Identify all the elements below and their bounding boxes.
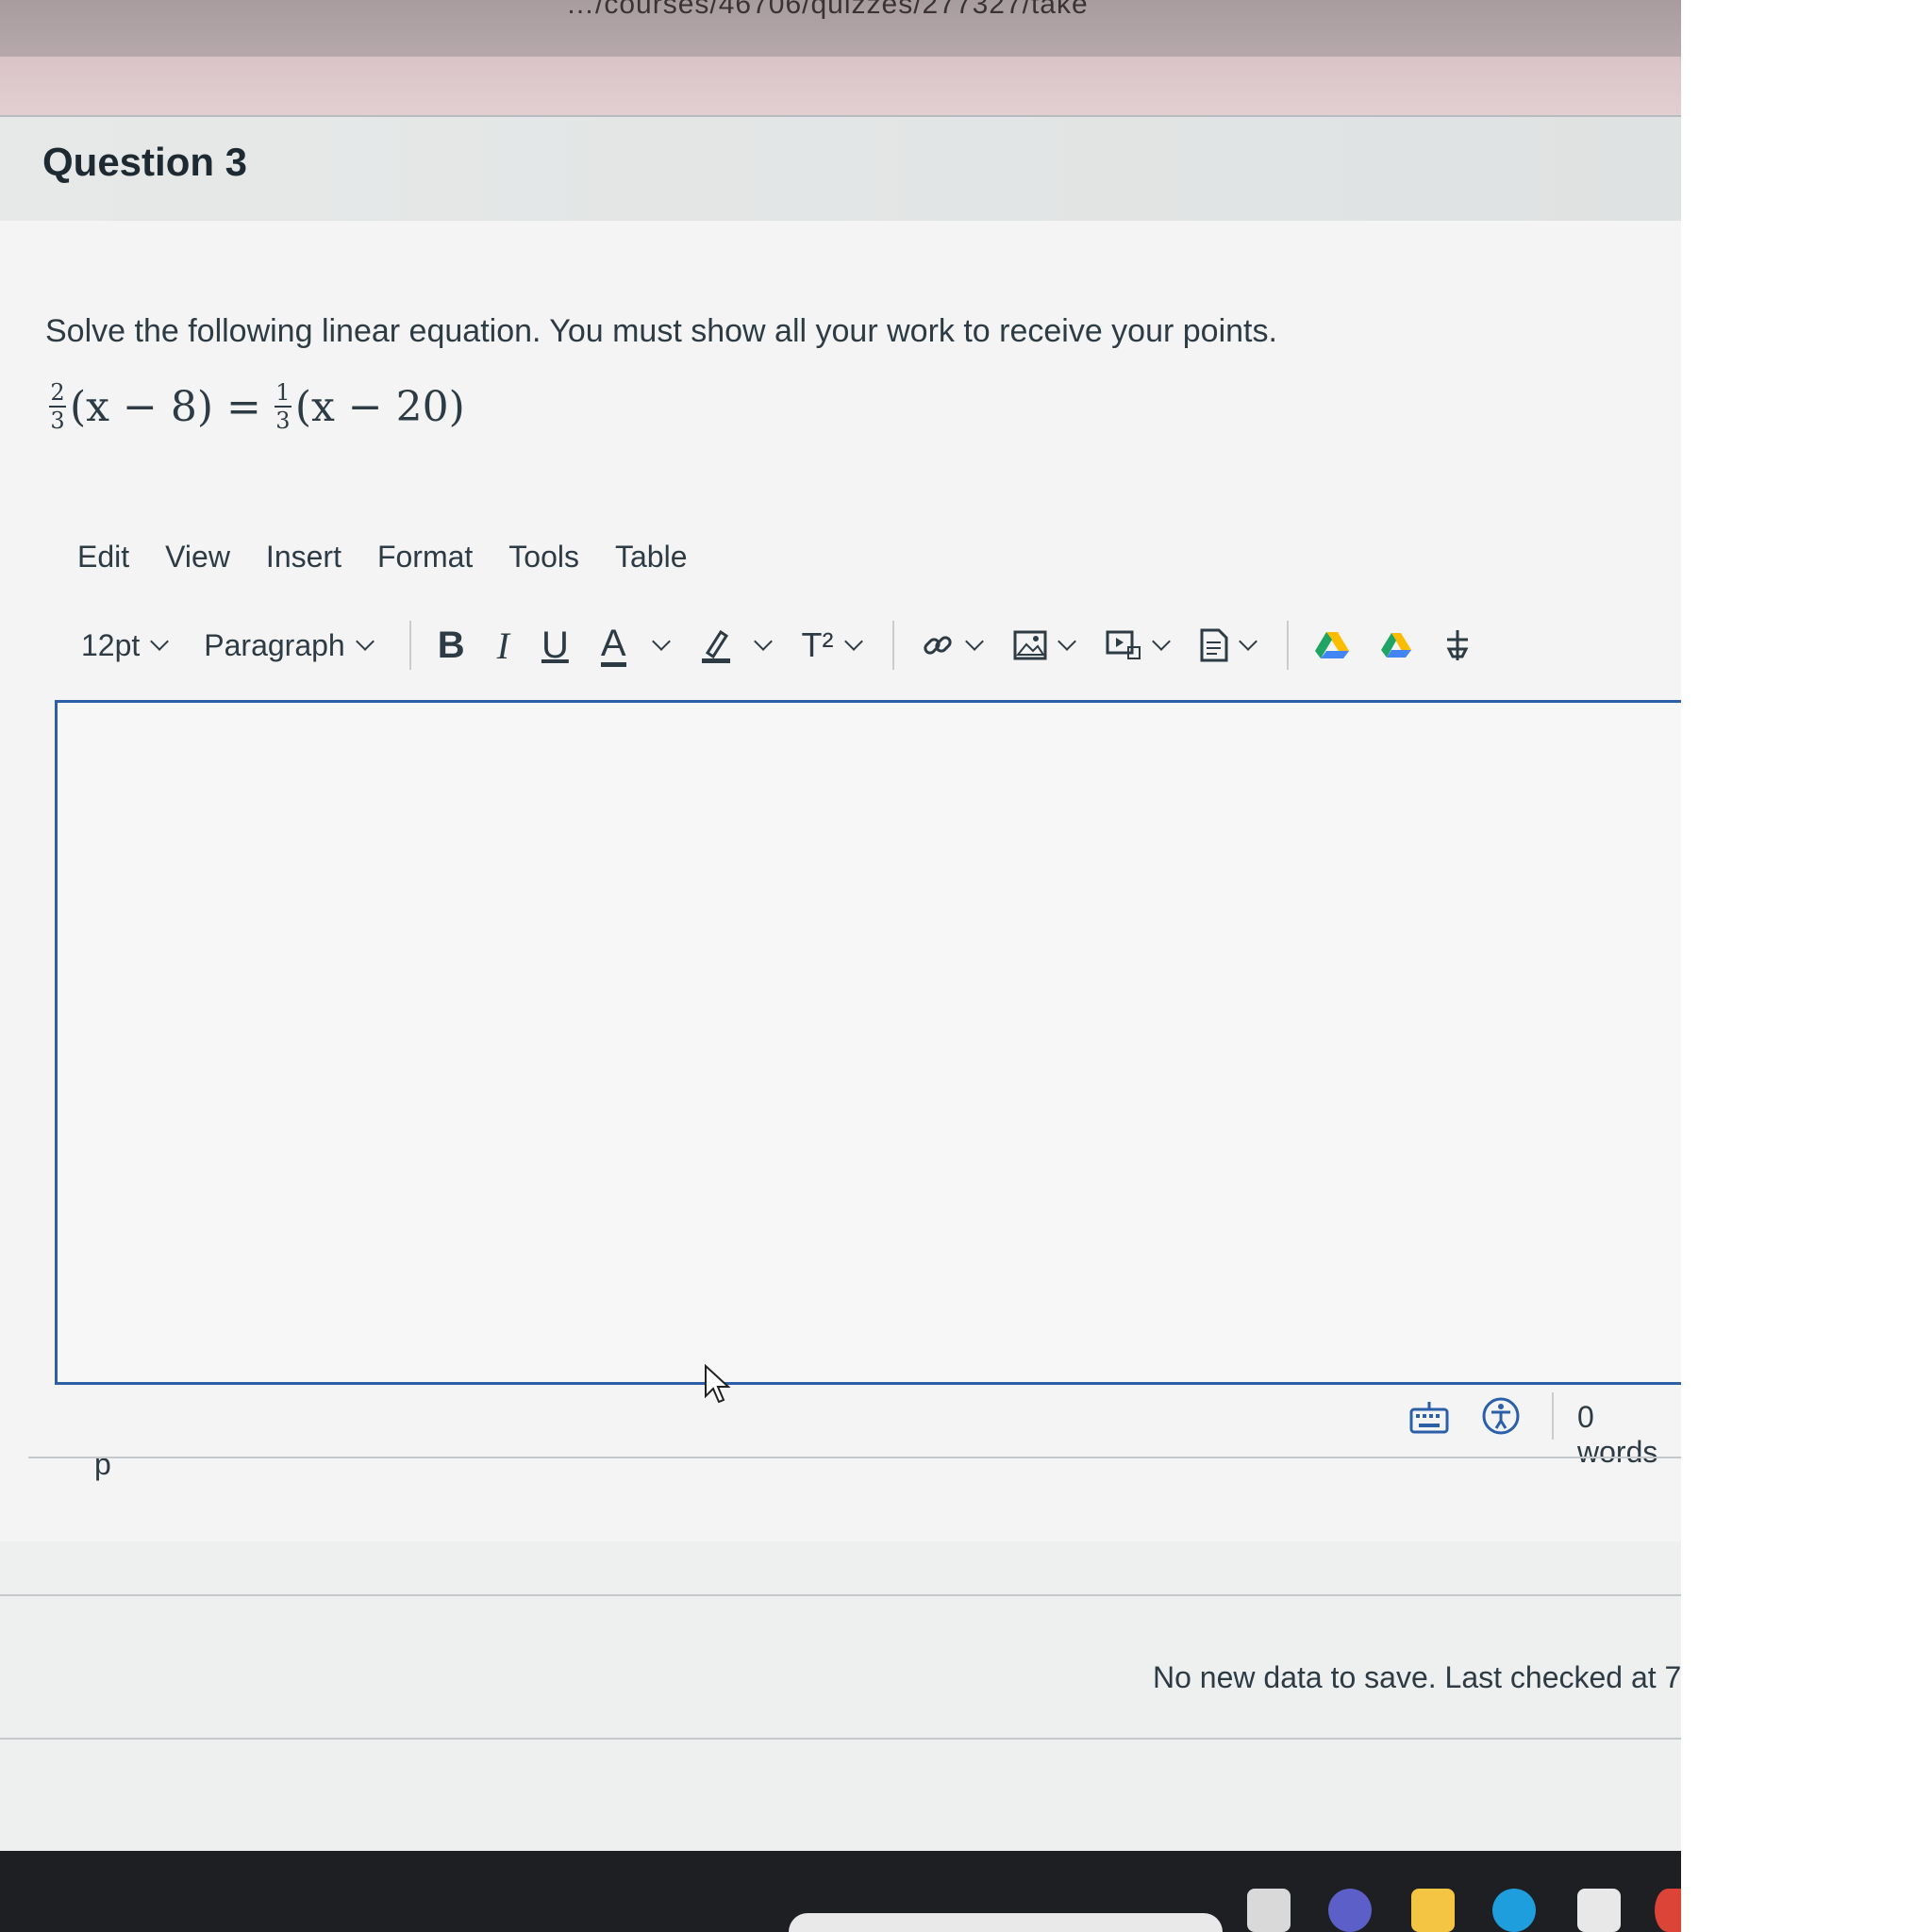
file-explorer-icon[interactable] <box>1411 1889 1455 1932</box>
block-format-value: Paragraph <box>204 627 345 662</box>
google-drive-button-2[interactable] <box>1380 631 1411 659</box>
highlight-color-button[interactable] <box>700 626 773 664</box>
rich-text-editor[interactable] <box>55 700 1681 1385</box>
menu-edit[interactable]: Edit <box>77 540 129 575</box>
chevron-down-icon <box>355 632 375 651</box>
chevron-down-icon <box>1151 632 1171 651</box>
divider <box>28 1457 1681 1458</box>
screen: …/courses/46706/quizzes/277327/take Ques… <box>0 0 1681 1932</box>
text-color-icon: A <box>600 625 626 667</box>
fraction-numerator: 1 <box>275 379 291 406</box>
task-view-icon[interactable] <box>1247 1889 1291 1932</box>
menu-insert[interactable]: Insert <box>266 540 341 575</box>
question-body: Solve the following linear equation. You… <box>0 221 1681 1541</box>
block-format-dropdown[interactable]: Paragraph <box>204 627 375 663</box>
text-color-button[interactable]: A <box>600 625 671 667</box>
word-count[interactable]: 0 words <box>1577 1400 1681 1470</box>
chevron-down-icon <box>1057 632 1076 651</box>
highlighter-icon <box>701 629 730 663</box>
superscript-icon: T² <box>801 625 834 664</box>
element-path[interactable]: p <box>94 1447 111 1482</box>
editor-toolbar: 12pt Paragraph B I U A T² <box>81 617 1504 674</box>
chevron-down-icon <box>753 632 773 651</box>
font-size-dropdown[interactable]: 12pt <box>81 627 170 663</box>
apps-button[interactable] <box>1443 628 1472 662</box>
chrome-icon[interactable] <box>1655 1889 1681 1932</box>
question-prompt: Solve the following linear equation. You… <box>45 313 1277 349</box>
toolbar-divider <box>891 621 894 670</box>
google-drive-icon <box>1314 632 1349 658</box>
mouse-cursor-icon <box>705 1364 731 1404</box>
question-title: Question 3 <box>42 140 248 184</box>
keyboard-shortcuts-icon[interactable] <box>1409 1400 1449 1434</box>
chevron-down-icon <box>843 632 863 651</box>
browser-url-strip: …/courses/46706/quizzes/277327/take <box>0 0 1681 57</box>
url-text[interactable]: …/courses/46706/quizzes/277327/take <box>566 0 1089 21</box>
menu-tools[interactable]: Tools <box>508 540 579 575</box>
link-icon <box>923 636 952 655</box>
question-header: Question 3 <box>0 115 1681 223</box>
fraction-denominator: 3 <box>50 408 65 434</box>
google-drive-icon-2 <box>1380 633 1411 658</box>
bold-button[interactable]: B <box>438 625 465 667</box>
image-icon <box>1013 630 1046 660</box>
chevron-down-icon <box>651 632 671 651</box>
document-icon <box>1200 628 1227 662</box>
editor-menubar: Edit View Insert Format Tools Table <box>77 540 724 575</box>
superscript-button[interactable]: T² <box>801 625 863 665</box>
accessibility-checker-icon[interactable] <box>1481 1396 1521 1436</box>
chevron-down-icon <box>1238 632 1257 651</box>
media-button[interactable] <box>1106 630 1171 660</box>
browser-toolbar-band <box>0 57 1681 115</box>
fraction-numerator: 2 <box>50 379 65 406</box>
edge-icon[interactable] <box>1492 1889 1536 1932</box>
document-button[interactable] <box>1200 628 1257 662</box>
equation: 2 3 (x − 8) = 1 3 (x − 20) <box>49 381 465 432</box>
status-divider <box>1552 1392 1554 1440</box>
apps-icon <box>1446 630 1468 660</box>
chevron-down-icon <box>964 632 984 651</box>
equation-lhs-expression: (x − 8) = <box>70 382 261 431</box>
media-icon <box>1106 630 1141 659</box>
toolbar-divider <box>1286 621 1289 670</box>
link-button[interactable] <box>921 628 984 662</box>
underline-button[interactable]: U <box>541 625 569 667</box>
store-icon[interactable] <box>1577 1889 1621 1932</box>
autosave-status: No new data to save. Last checked at 7 <box>1153 1660 1681 1694</box>
fraction-lhs: 2 3 <box>49 381 66 432</box>
fraction-rhs: 1 3 <box>274 379 291 434</box>
taskbar-search-box[interactable] <box>789 1913 1223 1932</box>
toolbar-divider <box>408 621 411 670</box>
editor-status-bar: p 0 words <box>0 1381 1681 1485</box>
menu-table[interactable]: Table <box>615 540 688 575</box>
equation-rhs-expression: (x − 20) <box>294 382 465 431</box>
google-drive-button[interactable] <box>1314 630 1349 660</box>
font-size-value: 12pt <box>81 627 141 662</box>
fraction-denominator: 3 <box>275 408 291 434</box>
chevron-down-icon <box>150 632 170 651</box>
menu-view[interactable]: View <box>165 540 230 575</box>
os-taskbar <box>0 1851 1681 1932</box>
teams-icon[interactable] <box>1328 1889 1372 1932</box>
italic-button[interactable]: I <box>497 624 509 668</box>
image-button[interactable] <box>1013 630 1076 660</box>
menu-format[interactable]: Format <box>377 540 473 575</box>
quiz-save-area: No new data to save. Last checked at 7 <box>0 1594 1681 1740</box>
